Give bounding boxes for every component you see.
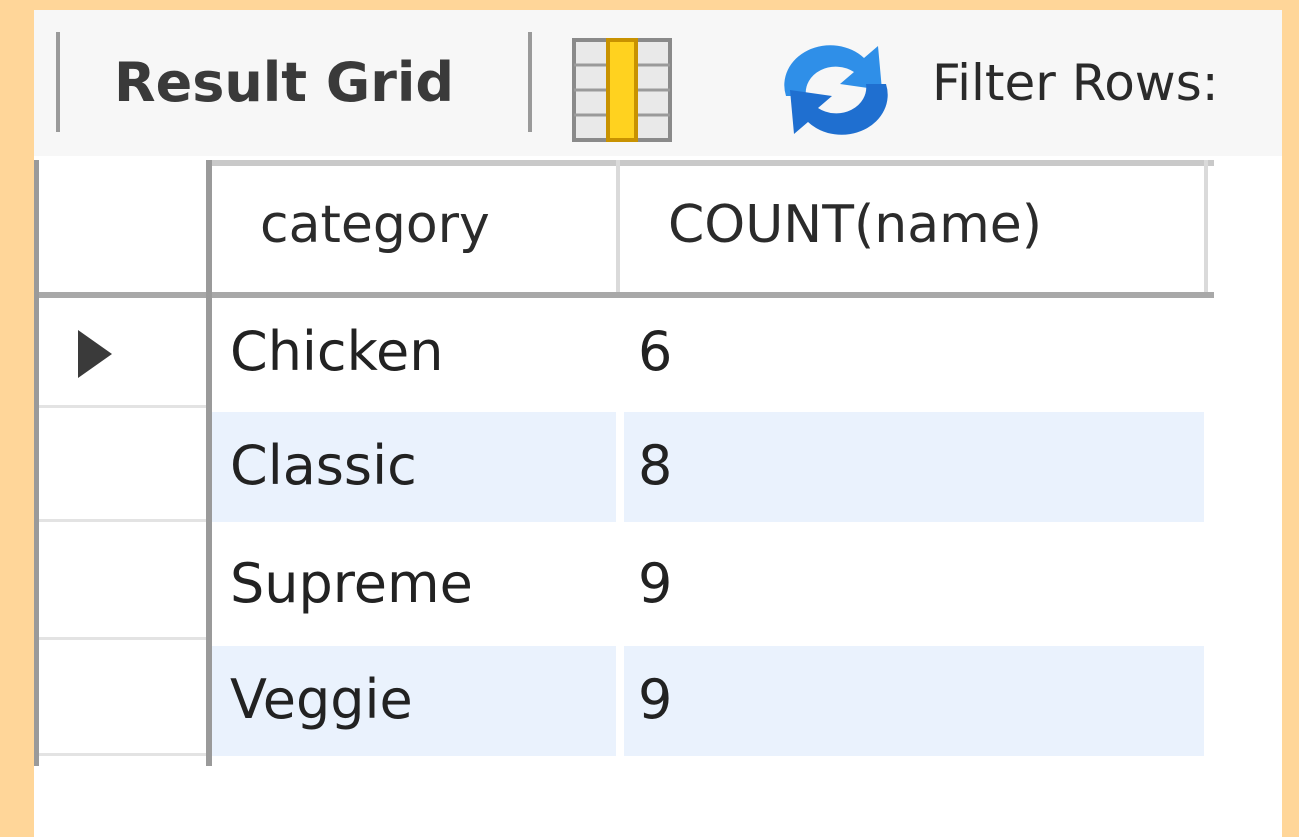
cell-category[interactable]: Supreme <box>230 548 473 620</box>
cell-category[interactable]: Veggie <box>230 664 413 736</box>
row-header[interactable] <box>39 530 206 640</box>
column-divider[interactable] <box>616 160 620 292</box>
result-grid: category COUNT(name) Chicken 6 Classic 8… <box>34 160 1214 766</box>
row-header[interactable] <box>39 646 206 756</box>
cell-count[interactable]: 9 <box>638 548 672 620</box>
toolbar-separator <box>528 32 532 132</box>
header-top-border <box>206 160 1214 166</box>
toolbar-separator <box>56 32 60 132</box>
result-panel: Result Grid Filter Rows: category COUNT(… <box>34 10 1282 837</box>
filter-rows-label: Filter Rows: <box>932 54 1219 112</box>
cell-count[interactable]: 6 <box>638 316 672 388</box>
cell-count[interactable]: 8 <box>638 430 672 502</box>
result-grid-tab[interactable]: Result Grid <box>114 50 454 116</box>
refresh-icon[interactable] <box>766 38 906 146</box>
column-header-count-name[interactable]: COUNT(name) <box>668 190 1042 260</box>
row-header-divider <box>206 160 212 766</box>
result-toolbar: Result Grid Filter Rows: <box>34 10 1282 156</box>
column-header-category[interactable]: category <box>260 190 490 260</box>
row-header[interactable] <box>39 412 206 522</box>
column-divider[interactable] <box>1204 160 1208 292</box>
row-header[interactable] <box>39 298 206 408</box>
grid-layout-icon[interactable] <box>572 38 672 146</box>
cell-count[interactable]: 9 <box>638 664 672 736</box>
row-pointer-icon <box>76 328 116 384</box>
cell-category[interactable]: Classic <box>230 430 417 502</box>
grid-left-border <box>34 160 39 766</box>
cell-category[interactable]: Chicken <box>230 316 443 388</box>
